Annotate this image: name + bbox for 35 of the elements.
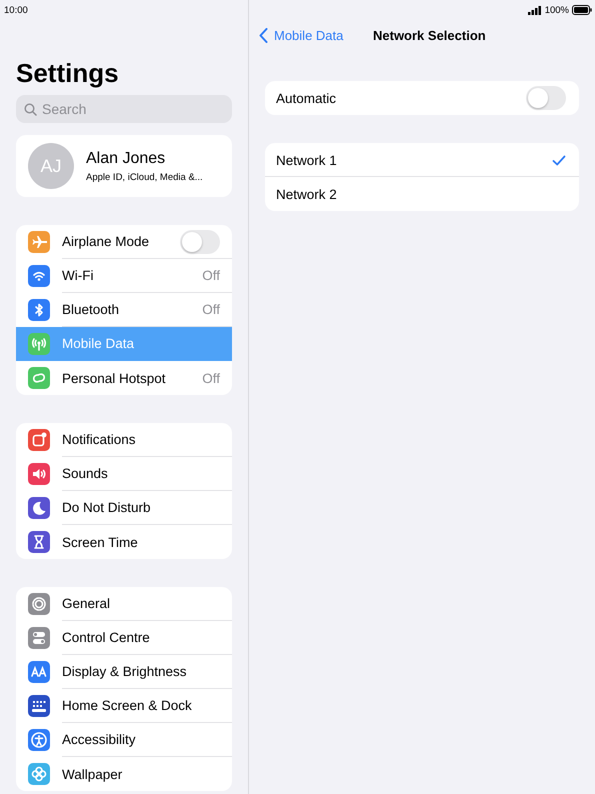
setting-value: Off: [202, 370, 220, 386]
page-title: Settings: [16, 58, 120, 88]
settings-item[interactable]: Home Screen & Dock: [16, 689, 232, 723]
avatar: AJ: [28, 143, 74, 189]
setting-value: Off: [202, 302, 220, 317]
settings-item[interactable]: Accessibility: [16, 723, 232, 757]
battery-level: 100%: [544, 4, 569, 16]
toggle-switch[interactable]: [180, 230, 220, 254]
battery-icon: [572, 5, 592, 15]
settings-item[interactable]: Display & Brightness: [16, 655, 232, 689]
settings-item[interactable]: Wi-Fi Off: [16, 259, 232, 293]
profile-name: Alan Jones: [86, 149, 166, 169]
settings-item[interactable]: Control Centre: [16, 621, 232, 655]
settings-item[interactable]: Do Not Disturb: [16, 491, 232, 525]
signal-icon: [528, 6, 542, 14]
profile-card[interactable]: AJ Alan Jones Apple ID, iCloud, Media &...: [16, 135, 232, 197]
status-time: 10:00: [4, 4, 28, 16]
back-chevron-icon: [259, 28, 268, 42]
toggle-switch[interactable]: [526, 86, 566, 110]
network-option[interactable]: Network 1: [265, 143, 579, 177]
settings-item[interactable]: Notifications: [16, 423, 232, 457]
setting-label: Automatic: [276, 90, 336, 106]
setting-value: Off: [202, 268, 220, 283]
checkmark-icon: [552, 154, 566, 166]
back-button[interactable]: Mobile Data: [259, 28, 373, 42]
settings-item[interactable]: Personal Hotspot Off: [16, 361, 232, 395]
profile-subtitle: Apple ID, iCloud, Media &...: [86, 172, 203, 183]
settings-item[interactable]: General: [16, 587, 232, 621]
settings-item[interactable]: Wallpaper: [16, 757, 232, 791]
settings-item[interactable]: Airplane Mode: [16, 225, 232, 259]
search-field[interactable]: Search: [16, 95, 232, 123]
settings-item[interactable]: Sounds: [16, 457, 232, 491]
network-option[interactable]: Network 2: [265, 177, 579, 211]
settings-item[interactable]: Screen Time: [16, 525, 232, 559]
nav-title: Network Selection: [373, 28, 486, 42]
